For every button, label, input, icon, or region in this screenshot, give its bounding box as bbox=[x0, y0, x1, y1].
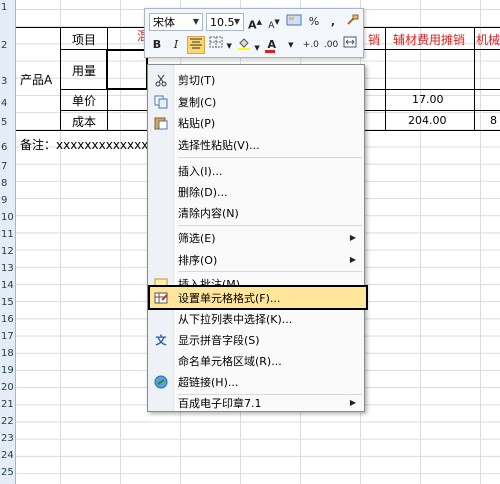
cost-value-edge[interactable]: 8 bbox=[490, 114, 497, 127]
menu-item-sort[interactable]: 排序(O) ▶ bbox=[150, 249, 362, 270]
selected-cell[interactable] bbox=[106, 49, 148, 90]
row-label-price[interactable]: 单价 bbox=[72, 92, 96, 109]
cell-style-icon bbox=[286, 14, 302, 26]
font-size-combo[interactable]: 10.5 ▼ bbox=[206, 13, 244, 31]
font-name-value: 宋体 bbox=[153, 16, 175, 29]
header-red-partial[interactable]: 销 bbox=[368, 31, 380, 48]
menu-item-filter[interactable]: 筛选(E) ▶ bbox=[150, 227, 362, 248]
menu-item-pick-from-list[interactable]: 从下拉列表中选择(K)... bbox=[150, 308, 362, 329]
row-number[interactable]: 4 bbox=[0, 98, 16, 109]
grow-font-button[interactable]: A▲ bbox=[247, 13, 263, 32]
decrease-decimal-button[interactable]: .00 bbox=[323, 36, 339, 54]
row-label-cost[interactable]: 成本 bbox=[72, 113, 96, 130]
menu-item-seal[interactable]: 百成电子印章7.1 ▶ bbox=[150, 392, 362, 413]
row-number[interactable]: 22 bbox=[0, 416, 16, 427]
mini-toolbar: 宋体 ▼ 10.5 ▼ A▲ A▼ % , B I ▼ ▼ A ▼ +.0 .0… bbox=[144, 8, 364, 58]
hyperlink-icon bbox=[150, 371, 172, 392]
context-menu: 剪切(T) 复制(C) 粘贴(P) 选择性粘贴(V)... 插入(I)... 删… bbox=[147, 64, 368, 413]
menu-item-format-cells[interactable]: 设置单元格格式(F)... bbox=[148, 285, 368, 310]
submenu-arrow-icon: ▶ bbox=[349, 255, 356, 264]
center-align-button[interactable] bbox=[187, 36, 205, 54]
submenu-arrow-icon: ▶ bbox=[349, 398, 356, 407]
menu-item-insert[interactable]: 插入(I)... bbox=[150, 160, 362, 181]
row-number[interactable]: 12 bbox=[0, 246, 16, 257]
row-number[interactable]: 5 bbox=[0, 117, 16, 128]
row-number[interactable]: 15 bbox=[0, 297, 16, 308]
table-border bbox=[385, 27, 386, 130]
comma-button[interactable]: , bbox=[325, 13, 341, 31]
row-number[interactable]: 24 bbox=[0, 450, 16, 461]
row-number[interactable]: 8 bbox=[0, 178, 16, 189]
row-number[interactable]: 17 bbox=[0, 331, 16, 342]
row-number[interactable]: 6 bbox=[0, 142, 16, 153]
row-number[interactable]: 11 bbox=[0, 229, 16, 240]
menu-item-copy[interactable]: 复制(C) bbox=[150, 91, 362, 112]
product-label[interactable]: 产品A bbox=[20, 71, 52, 88]
row-number[interactable]: 23 bbox=[0, 433, 16, 444]
header-machinery[interactable]: 机械 bbox=[476, 31, 500, 48]
increase-decimal-button[interactable]: +.0 bbox=[302, 36, 320, 54]
row-number[interactable]: 18 bbox=[0, 348, 16, 359]
align-center-icon bbox=[190, 38, 202, 49]
font-color-button[interactable]: A bbox=[264, 36, 280, 54]
borders-icon bbox=[209, 36, 223, 48]
menu-item-show-phonetic[interactable]: 文 显示拼音字段(S) bbox=[150, 329, 362, 350]
format-painter-icon bbox=[347, 14, 359, 25]
row-number[interactable]: 14 bbox=[0, 280, 16, 291]
row-header-column: 1 2 3 4 5 6 7 8 9 10 11 12 13 14 15 16 1… bbox=[0, 0, 16, 484]
row-number[interactable]: 1 bbox=[0, 2, 16, 13]
row-number[interactable]: 7 bbox=[0, 161, 16, 172]
menu-separator bbox=[178, 157, 362, 158]
fill-color-button[interactable]: ▼ bbox=[236, 36, 261, 54]
menu-item-define-name[interactable]: 命名单元格区域(R)... bbox=[150, 350, 362, 371]
menu-item-paste-special[interactable]: 选择性粘贴(V)... bbox=[150, 134, 362, 155]
italic-button[interactable]: I bbox=[168, 36, 184, 54]
price-value[interactable]: 17.00 bbox=[412, 93, 444, 106]
bold-button[interactable]: B bbox=[149, 36, 165, 54]
note-text[interactable]: 备注：xxxxxxxxxxxxxxx bbox=[20, 136, 163, 153]
menu-item-delete[interactable]: 删除(D)... bbox=[150, 181, 362, 202]
row-number[interactable]: 25 bbox=[0, 467, 16, 478]
chevron-down-icon: ▼ bbox=[192, 17, 200, 26]
menu-item-clear-contents[interactable]: 清除内容(N) bbox=[150, 202, 362, 223]
row-number[interactable]: 20 bbox=[0, 382, 16, 393]
row-number[interactable]: 9 bbox=[0, 195, 16, 206]
font-color-dropdown[interactable]: ▼ bbox=[283, 36, 299, 54]
menu-separator bbox=[178, 271, 362, 272]
table-border bbox=[60, 27, 61, 130]
cost-value[interactable]: 204.00 bbox=[408, 114, 447, 127]
format-painter-button[interactable] bbox=[344, 13, 360, 31]
chevron-down-icon: ▼ bbox=[233, 17, 241, 26]
shrink-font-button[interactable]: A▼ bbox=[266, 13, 282, 31]
row-number[interactable]: 3 bbox=[0, 76, 16, 87]
font-name-combo[interactable]: 宋体 ▼ bbox=[149, 13, 203, 31]
row-number[interactable]: 21 bbox=[0, 399, 16, 410]
row-number[interactable]: 2 bbox=[0, 40, 16, 51]
percent-button[interactable]: % bbox=[306, 13, 322, 31]
row-number[interactable]: 16 bbox=[0, 314, 16, 325]
table-border bbox=[474, 27, 475, 130]
menu-item-paste[interactable]: 粘贴(P) bbox=[150, 112, 362, 133]
merge-cells-icon bbox=[343, 36, 357, 48]
row-number[interactable]: 19 bbox=[0, 365, 16, 376]
header-auxiliary-cost[interactable]: 辅材费用摊销 bbox=[393, 31, 465, 48]
menu-item-hyperlink[interactable]: 超链接(H)... bbox=[150, 371, 362, 392]
paste-icon bbox=[150, 112, 172, 133]
cell-style-button[interactable] bbox=[285, 13, 303, 31]
format-cells-icon bbox=[150, 287, 172, 308]
copy-icon bbox=[150, 91, 172, 112]
header-item[interactable]: 项目 bbox=[72, 31, 96, 48]
phonetic-icon: 文 bbox=[155, 333, 167, 347]
row-label-usage[interactable]: 用量 bbox=[72, 62, 96, 79]
row-number[interactable]: 13 bbox=[0, 263, 16, 274]
merge-center-button[interactable] bbox=[342, 36, 358, 54]
menu-item-cut[interactable]: 剪切(T) bbox=[150, 69, 362, 90]
menu-separator bbox=[178, 225, 362, 226]
submenu-arrow-icon: ▶ bbox=[349, 233, 356, 242]
borders-button[interactable]: ▼ bbox=[208, 36, 233, 54]
fill-color-icon bbox=[237, 38, 250, 50]
scissors-icon bbox=[150, 69, 172, 90]
row-number[interactable]: 10 bbox=[0, 212, 16, 223]
